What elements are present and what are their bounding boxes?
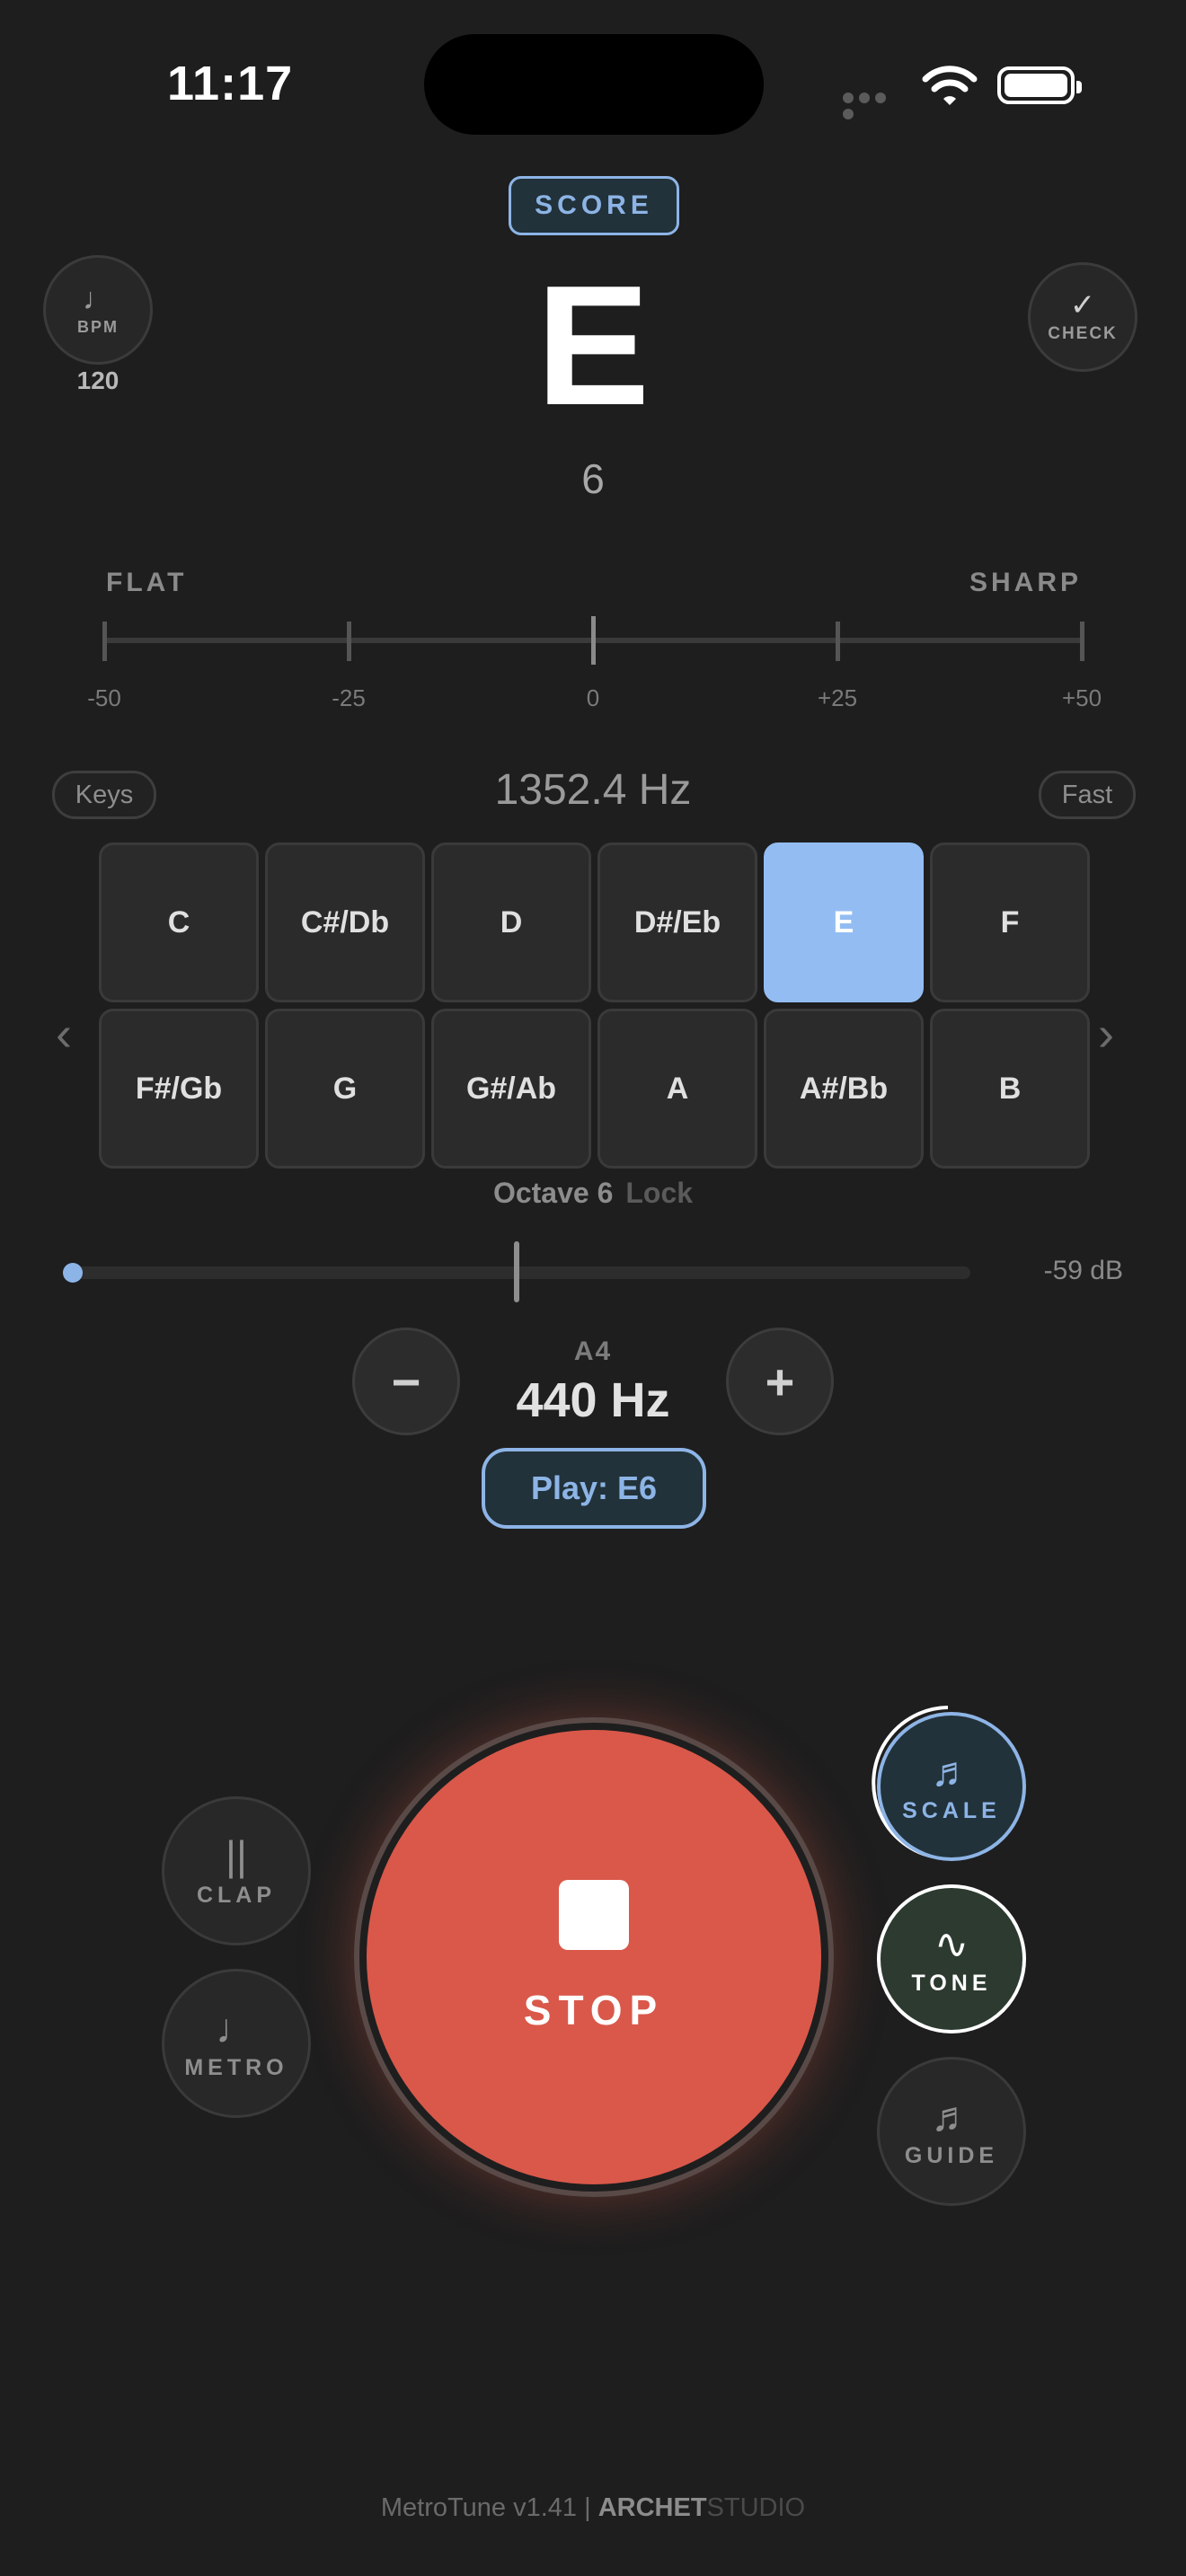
key-a[interactable]: A: [597, 1009, 757, 1169]
tone-button[interactable]: ∿ TONE: [877, 1884, 1026, 2033]
brand-name: ARCHET: [597, 2493, 707, 2522]
bpm-label: BPM: [77, 317, 119, 336]
level-slider[interactable]: [70, 1266, 970, 1279]
tick-label: +25: [817, 684, 858, 711]
score-button[interactable]: SCORE: [509, 176, 679, 235]
clap-button[interactable]: || CLAP: [162, 1796, 311, 1945]
key-f-sharp[interactable]: F#/Gb: [99, 1009, 259, 1169]
meter-tick: [102, 622, 107, 661]
clap-label: CLAP: [196, 1882, 277, 1908]
key-g[interactable]: G: [265, 1009, 425, 1169]
guide-button[interactable]: ♬ GUIDE: [877, 2057, 1026, 2206]
meter-center-tick: [591, 616, 596, 665]
fast-toggle[interactable]: Fast: [1039, 771, 1136, 819]
tick-label: 0: [586, 684, 600, 711]
key-b[interactable]: B: [930, 1009, 1090, 1169]
key-c-sharp[interactable]: C#/Db: [265, 842, 425, 1002]
clap-icon: ||: [226, 1831, 247, 1879]
next-octave-icon[interactable]: ›: [1098, 1006, 1114, 1062]
meter-tick: [836, 622, 840, 661]
play-note-button[interactable]: Play: E6: [482, 1448, 706, 1529]
guide-label: GUIDE: [904, 2142, 999, 2168]
prev-octave-icon[interactable]: ‹: [56, 1006, 72, 1062]
check-button[interactable]: ✓ CHECK: [1028, 262, 1137, 372]
metronome-label: METRO: [184, 2054, 288, 2080]
battery-icon: [997, 66, 1082, 104]
tick-label: +50: [1061, 684, 1102, 711]
footer-credits: MetroTune v1.41 | ARCHETSTUDIO: [270, 2493, 916, 2523]
level-db-value: -59 dB: [1043, 1256, 1123, 1285]
reference-label: A4: [573, 1337, 613, 1366]
increase-pitch-button[interactable]: +: [726, 1328, 834, 1435]
bpm-button[interactable]: ♩ BPM: [43, 255, 153, 365]
sharp-label: SHARP: [969, 568, 1082, 597]
check-icon: ✓: [1069, 288, 1096, 322]
tick-label: -50: [87, 684, 121, 711]
level-slider-thumb[interactable]: [63, 1263, 83, 1283]
stop-button[interactable]: STOP: [367, 1730, 821, 2184]
brand-studio: STUDIO: [706, 2493, 806, 2522]
key-f[interactable]: F: [930, 842, 1090, 1002]
music-notes-icon: ♬: [931, 1747, 972, 1795]
tick-label: -25: [332, 684, 366, 711]
app-version: MetroTune v1.41 |: [380, 2493, 591, 2522]
key-g-sharp[interactable]: G#/Ab: [431, 1009, 591, 1169]
scale-button[interactable]: ♬ SCALE: [877, 1712, 1026, 1861]
octave-selector: Octave 6 Lock: [449, 1177, 737, 1210]
music-notes-icon: ♬: [931, 2092, 972, 2139]
status-time: 11:17: [167, 57, 294, 110]
note-icon: ♩: [83, 281, 113, 316]
scale-label: SCALE: [902, 1797, 1001, 1823]
key-a-sharp[interactable]: A#/Bb: [764, 1009, 924, 1169]
wave-icon: ∿: [934, 1919, 969, 1967]
meter-tick: [1080, 622, 1084, 661]
stop-label: STOP: [523, 1987, 665, 2033]
check-label: CHECK: [1048, 324, 1118, 343]
key-e[interactable]: E: [764, 842, 924, 1002]
lock-button[interactable]: Lock: [625, 1177, 693, 1209]
octave-label: Octave 6: [492, 1177, 614, 1209]
decrease-pitch-button[interactable]: −: [352, 1328, 460, 1435]
detected-note: E: [535, 251, 651, 441]
cellular-signal-icon: [843, 92, 904, 119]
tone-label: TONE: [911, 1970, 992, 1996]
frequency-readout: 1352.4 Hz: [494, 766, 692, 814]
key-c[interactable]: C: [99, 842, 259, 1002]
stop-icon: [559, 1880, 629, 1950]
key-d[interactable]: D: [431, 842, 591, 1002]
reference-value: 440 Hz: [516, 1373, 670, 1427]
flat-label: FLAT: [106, 568, 188, 597]
dynamic-island: [424, 34, 764, 135]
bpm-value: 120: [76, 366, 119, 394]
metronome-icon: ♩: [216, 2004, 257, 2051]
key-d-sharp[interactable]: D#/Eb: [597, 842, 757, 1002]
wifi-icon: [922, 63, 978, 108]
keys-toggle[interactable]: Keys: [52, 771, 156, 819]
meter-tick: [347, 622, 351, 661]
detected-octave: 6: [581, 455, 605, 502]
metronome-button[interactable]: ♩ METRO: [162, 1969, 311, 2118]
level-threshold-mark[interactable]: [514, 1241, 519, 1302]
